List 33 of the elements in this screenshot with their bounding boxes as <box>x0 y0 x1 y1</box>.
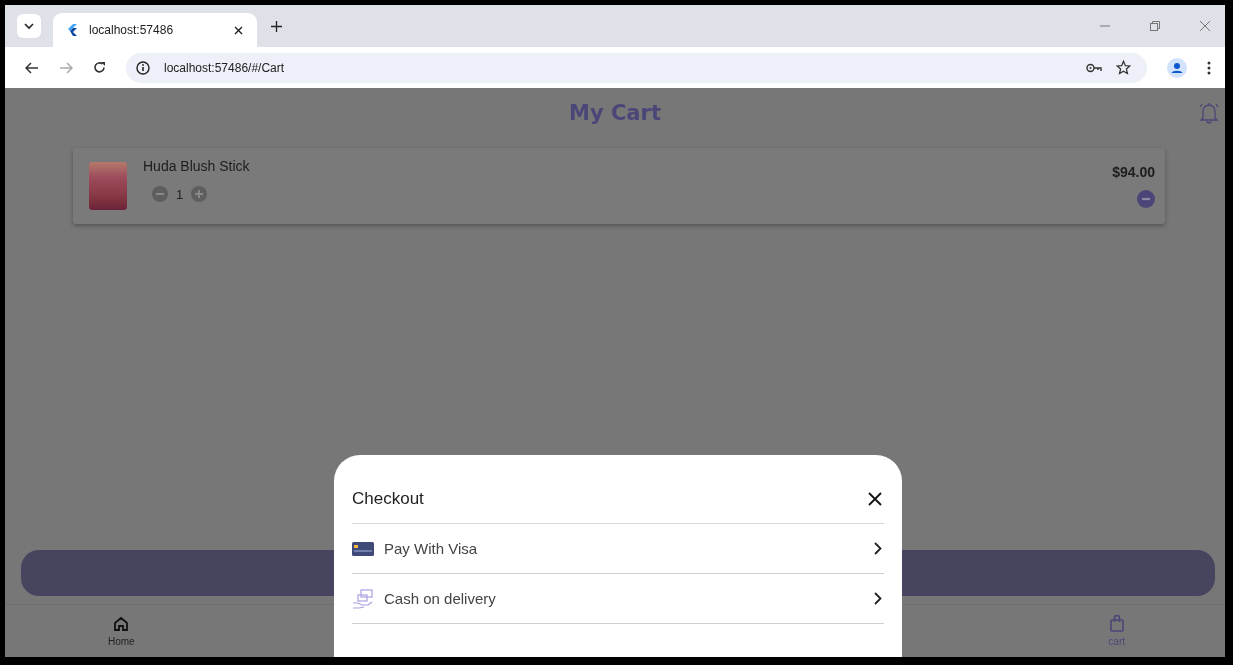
item-price: $94.00 <box>1112 164 1155 180</box>
menu-icon[interactable] <box>1207 60 1211 75</box>
key-icon[interactable] <box>1086 62 1102 73</box>
info-icon[interactable] <box>136 60 150 75</box>
browser-tab[interactable]: localhost:57486 <box>53 13 257 47</box>
address-field[interactable]: localhost:57486/#/Cart <box>126 52 1147 83</box>
tab-list-button[interactable] <box>17 14 41 38</box>
remove-icon[interactable] <box>1137 190 1155 208</box>
close-icon[interactable] <box>868 492 882 506</box>
nav-item[interactable]: Home <box>108 605 135 657</box>
product-name: Huda Blush Stick <box>143 158 250 174</box>
home-icon <box>113 615 130 632</box>
chevron-right-icon <box>874 542 882 555</box>
profile-avatar-icon[interactable] <box>1167 57 1187 78</box>
star-icon[interactable] <box>1116 60 1131 75</box>
restore-icon[interactable] <box>1149 20 1161 32</box>
payment-option[interactable]: Cash on delivery <box>352 574 884 624</box>
quantity-value: 1 <box>176 186 184 202</box>
flutter-logo-icon <box>67 24 77 36</box>
close-window-icon[interactable] <box>1199 20 1211 32</box>
new-tab-icon[interactable] <box>271 20 282 32</box>
reload-icon[interactable] <box>93 61 106 74</box>
shopping-bag-icon <box>1109 615 1124 632</box>
payment-option[interactable]: Pay With Visa <box>352 524 884 574</box>
cash-hand-icon <box>352 587 374 610</box>
back-arrow-icon[interactable] <box>25 61 39 74</box>
product-photo-placeholder <box>89 162 127 210</box>
sheet-title: Checkout <box>352 489 424 509</box>
credit-card-icon <box>352 541 374 556</box>
close-icon[interactable] <box>234 25 243 35</box>
chevron-down-icon <box>24 22 34 30</box>
tab-title: localhost:57486 <box>89 23 175 37</box>
chevron-right-icon <box>874 592 882 605</box>
